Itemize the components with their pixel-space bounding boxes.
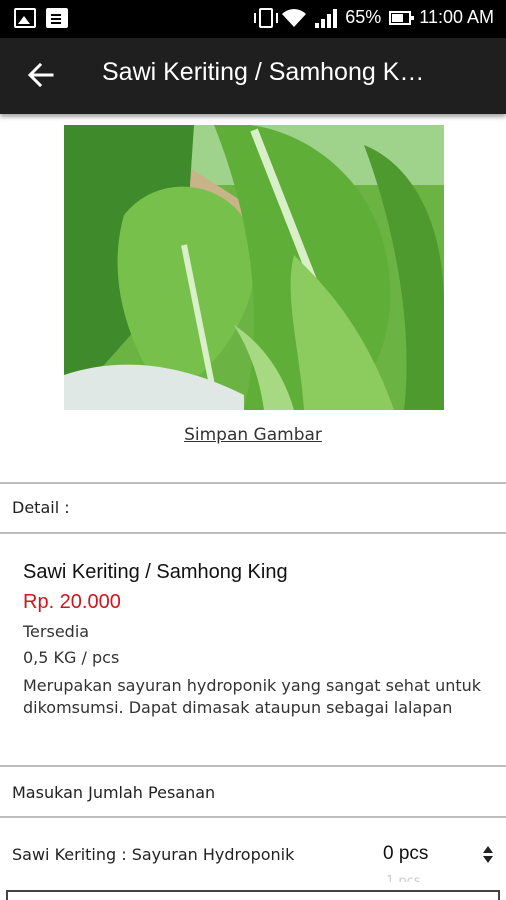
status-bar: 65% 11:00 AM (0, 0, 506, 38)
page-title: Sawi Keriting / Samhong K… (102, 58, 425, 86)
vibrate-icon (254, 7, 279, 28)
system-icons: 65% 11:00 AM (254, 7, 494, 28)
battery-icon (389, 10, 415, 25)
clock: 11:00 AM (419, 7, 494, 27)
app-bar: Sawi Keriting / Samhong K… (0, 38, 506, 114)
quantity-next-option: 1 pcs (386, 874, 421, 882)
wifi-icon (282, 8, 307, 27)
gallery-icon (14, 8, 36, 28)
notification-icons (14, 8, 68, 28)
divider (0, 765, 506, 767)
save-image-row: Simpan Gambar (0, 425, 506, 445)
product-image (64, 125, 444, 410)
battery-percent: 65% (345, 7, 382, 27)
divider (0, 532, 506, 534)
order-label: Masukan Jumlah Pesanan (12, 783, 216, 802)
quantity-select[interactable]: 0 pcs (383, 843, 428, 865)
quantity-spinner-icon[interactable] (478, 845, 498, 865)
product-unit: 0,5 KG / pcs (23, 648, 120, 667)
news-icon (46, 8, 68, 28)
divider (0, 482, 506, 484)
order-box (6, 890, 500, 900)
product-price: Rp. 20.000 (23, 591, 121, 613)
product-description: Merupakan sayuran hydroponik yang sangat… (23, 676, 482, 717)
signal-icon (315, 8, 338, 28)
product-name: Sawi Keriting / Samhong King (23, 561, 288, 583)
divider (0, 816, 506, 818)
detail-label: Detail : (12, 498, 70, 517)
stock-status: Tersedia (23, 622, 90, 641)
save-image-link[interactable]: Simpan Gambar (184, 425, 322, 445)
order-item-label: Sawi Keriting : Sayuran Hydroponik (12, 845, 295, 864)
arrow-left-icon[interactable] (26, 60, 56, 90)
